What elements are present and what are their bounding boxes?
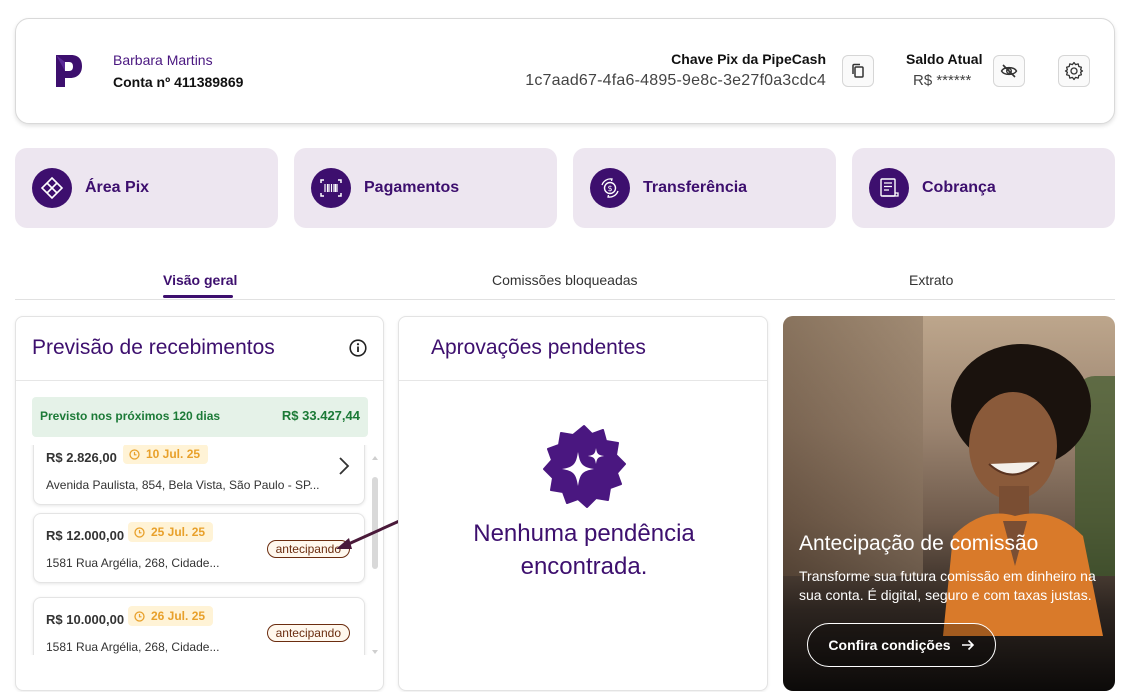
tile-label: Área Pix bbox=[85, 179, 150, 196]
clock-icon bbox=[129, 448, 140, 460]
forecast-summary-label: Previsto nos próximos 120 dias bbox=[40, 409, 221, 423]
item-address: 1581 Rua Argélia, 268, Cidade... bbox=[46, 556, 220, 570]
user-name: Barbara Martins bbox=[113, 52, 213, 68]
barcode-icon bbox=[320, 179, 342, 197]
item-amount: R$ 12.000,00 bbox=[46, 528, 125, 543]
clock-icon bbox=[134, 610, 145, 622]
list-item[interactable]: R$ 2.826,00 10 Jul. 25 Avenida Paulista,… bbox=[33, 445, 365, 505]
tile-cobranca[interactable]: Cobrança bbox=[852, 148, 1115, 228]
promo-text: Transforme sua futura comissão em dinhei… bbox=[799, 568, 1096, 603]
pix-key-label: Chave Pix da PipeCash bbox=[671, 51, 826, 67]
account-number: Conta nº 411389869 bbox=[113, 74, 244, 90]
gear-icon bbox=[1064, 61, 1084, 81]
forecast-summary-value: R$ 33.427,44 bbox=[281, 408, 360, 423]
list-item[interactable]: R$ 10.000,00 26 Jul. 25 1581 Rua Argélia… bbox=[33, 597, 365, 655]
copy-icon bbox=[852, 63, 864, 78]
tab-extrato[interactable]: Extrato bbox=[909, 272, 953, 288]
item-amount: R$ 10.000,00 bbox=[46, 612, 125, 627]
chevron-right-icon[interactable] bbox=[338, 456, 350, 476]
sparkle-badge-icon bbox=[543, 425, 626, 508]
settings-button[interactable] bbox=[1058, 55, 1090, 87]
pipecash-logo bbox=[56, 55, 82, 87]
tile-label: Transferência bbox=[643, 179, 748, 196]
svg-text:$: $ bbox=[607, 184, 612, 193]
approvals-title: Aprovações pendentes bbox=[431, 336, 646, 359]
toggle-balance-button[interactable] bbox=[993, 55, 1025, 87]
forecast-summary: Previsto nos próximos 120 dias R$ 33.427… bbox=[32, 397, 368, 437]
item-address: 1581 Rua Argélia, 268, Cidade... bbox=[46, 640, 220, 654]
pix-icon bbox=[40, 176, 64, 200]
info-icon[interactable] bbox=[349, 339, 367, 357]
promo-card: Antecipação de comissão Transforme sua f… bbox=[783, 316, 1115, 691]
promo-title: Antecipação de comissão bbox=[799, 532, 1039, 555]
approvals-panel: Aprovações pendentes Nenhuma pendência e… bbox=[398, 316, 768, 691]
status-badge: antecipando bbox=[266, 624, 350, 642]
clock-icon bbox=[134, 526, 145, 538]
check-conditions-button[interactable]: Confira condições bbox=[807, 623, 996, 667]
tile-pagamentos[interactable]: Pagamentos bbox=[294, 148, 557, 228]
arrow-right-icon bbox=[961, 639, 974, 651]
tile-label: Pagamentos bbox=[364, 179, 460, 196]
tile-label: Cobrança bbox=[922, 179, 996, 196]
item-address: Avenida Paulista, 854, Bela Vista, São P… bbox=[46, 478, 320, 492]
date-badge: 26 Jul. 25 bbox=[128, 606, 214, 626]
empty-state-message: Nenhuma pendência encontrada. bbox=[473, 520, 695, 580]
balance-value: R$ ****** bbox=[913, 72, 972, 89]
tile-transferencia[interactable]: $ Transferência bbox=[573, 148, 836, 228]
tabs-bar: Visão geral Comissões bloqueadas Extrato bbox=[15, 262, 1115, 300]
invoice-icon bbox=[880, 178, 899, 197]
forecast-title: Previsão de recebimentos bbox=[32, 336, 275, 359]
forecast-list: R$ 2.826,00 10 Jul. 25 Avenida Paulista,… bbox=[16, 445, 383, 655]
tab-comissoes-bloqueadas[interactable]: Comissões bloqueadas bbox=[492, 272, 638, 288]
date-badge: 25 Jul. 25 bbox=[128, 522, 214, 542]
transfer-icon: $ bbox=[601, 178, 619, 198]
active-tab-indicator bbox=[163, 295, 233, 298]
item-amount: R$ 2.826,00 bbox=[46, 450, 117, 465]
date-badge: 10 Jul. 25 bbox=[123, 445, 209, 464]
copy-pix-key-button[interactable] bbox=[842, 55, 874, 87]
pix-key-value: 1c7aad67-4fa6-4895-9e8c-3e27f0a3cdc4 bbox=[525, 72, 826, 89]
balance-label: Saldo Atual bbox=[906, 51, 983, 67]
list-scrollbar[interactable] bbox=[371, 455, 379, 655]
tab-visao-geral[interactable]: Visão geral bbox=[163, 272, 237, 288]
account-header: Barbara Martins Conta nº 411389869 Chave… bbox=[15, 18, 1115, 124]
eye-off-icon bbox=[1000, 64, 1018, 78]
list-item[interactable]: R$ 12.000,00 25 Jul. 25 1581 Rua Argélia… bbox=[33, 513, 365, 583]
forecast-panel: Previsão de recebimentos Previsto nos pr… bbox=[15, 316, 384, 691]
tile-area-pix[interactable]: Área Pix bbox=[15, 148, 278, 228]
